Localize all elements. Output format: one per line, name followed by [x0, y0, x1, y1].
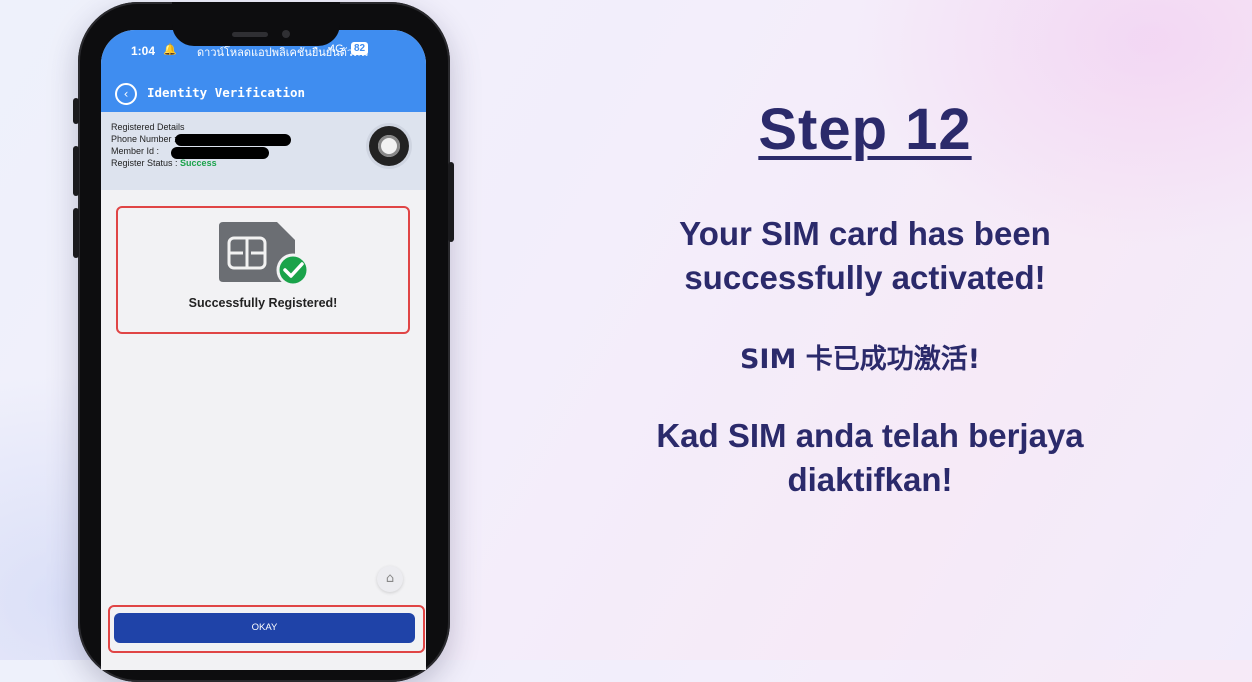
member-id-label: Member Id : — [111, 146, 160, 156]
network-indicator: 4G — [329, 43, 344, 55]
home-icon[interactable]: ⌂ — [377, 566, 403, 592]
notch-camera — [282, 30, 290, 38]
phone-volume-down — [73, 208, 79, 258]
avatar — [369, 126, 409, 166]
phone-number-label: Phone Number : — [111, 134, 177, 144]
message-malay: Kad SIM anda telah berjaya diaktifkan! — [656, 417, 1084, 498]
registered-details-panel: Registered Details Phone Number : Member… — [101, 112, 426, 190]
avatar-ring — [378, 135, 400, 157]
redacted-phone-number — [175, 134, 291, 146]
sim-card-check-icon — [219, 222, 309, 287]
status-time: 1:04 — [131, 44, 156, 58]
phone-number-row: Phone Number : — [111, 134, 177, 144]
step-title: Step 12 — [758, 97, 972, 162]
member-id-row: Member Id : — [111, 146, 159, 156]
okay-button[interactable]: OKAY — [114, 613, 415, 643]
register-status-row: Register Status : Success — [111, 158, 217, 168]
phone-screen: 1:04 🔔 ดาวน์โหลดแอปพลิเคชันยืนยันตัวตน 4… — [101, 30, 426, 670]
phone-volume-up — [73, 146, 79, 196]
back-icon[interactable]: ‹ — [115, 83, 137, 105]
app-bar: ‹ Identity Verification — [101, 78, 426, 112]
battery-indicator: 82 — [351, 42, 369, 55]
success-card: Successfully Registered! — [116, 206, 410, 334]
bell-icon: 🔔 — [163, 43, 177, 56]
phone-side-button — [73, 98, 79, 124]
phone-power-button — [448, 162, 454, 242]
register-status-label: Register Status : — [111, 158, 178, 168]
message-english: Your SIM card has been successfully acti… — [679, 215, 1051, 296]
success-message: Successfully Registered! — [188, 296, 338, 310]
phone-notch — [172, 2, 340, 46]
notch-speaker — [232, 32, 268, 37]
details-heading: Registered Details — [111, 122, 185, 132]
app-bar-title: Identity Verification — [147, 85, 306, 100]
register-status-value: Success — [180, 158, 217, 168]
message-chinese: SIM 卡已成功激活! — [739, 344, 981, 375]
